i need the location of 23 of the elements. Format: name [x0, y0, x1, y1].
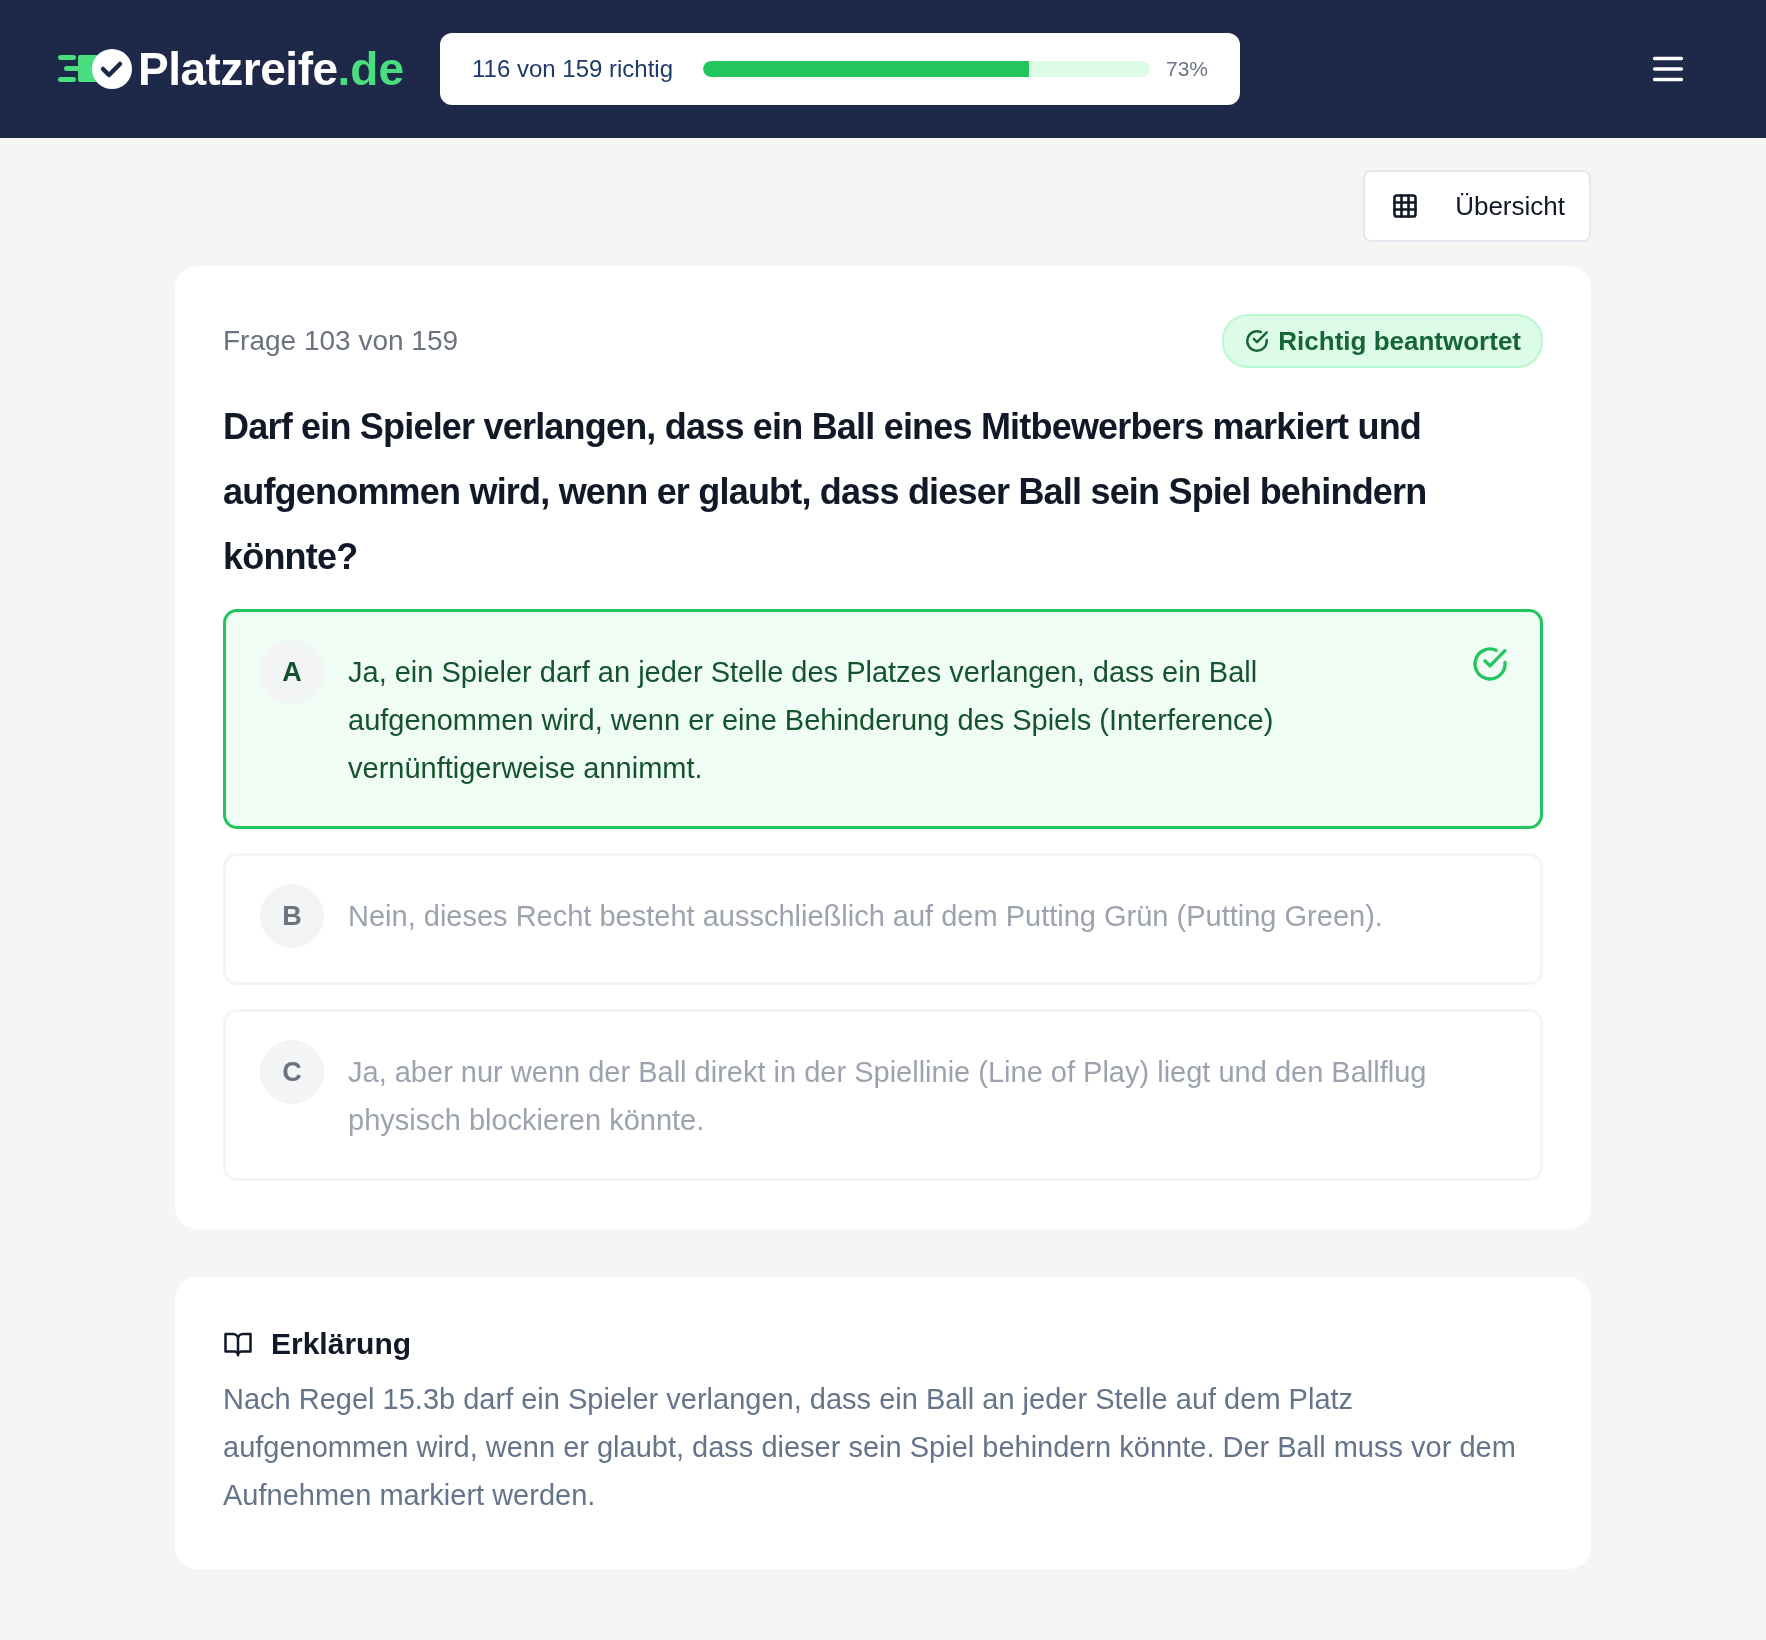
explanation-title: Erklärung — [271, 1327, 412, 1361]
option-letter: A — [260, 640, 324, 704]
option-text: Ja, ein Spieler darf an jeder Stelle des Platzes verlangen, dass ein Ball aufgenommen wird, wenn er eine Behinderung des Spiels (Interference) vernünftigerweise annimmt. — [348, 655, 1275, 786]
answer-option[interactable]: B Nein, dieses Recht besteht ausschließlich auf dem Putting Grün (Putting Green). — [223, 853, 1543, 985]
progress-label: 116 von 159 richtig — [472, 55, 674, 83]
overview-button[interactable]: Übersicht — [1363, 170, 1591, 242]
logo-icon — [56, 47, 134, 91]
logo-text: Platzreife — [138, 42, 338, 96]
option-letter: B — [260, 884, 324, 948]
option-letter: C — [260, 1040, 324, 1104]
option-text: Ja, aber nur wenn der Ball direkt in der Spiellinie (Line of Play) liegt und den Ballflug physisch blockieren könnte. — [348, 1055, 1428, 1138]
question-counter: Frage 103 von 159 — [223, 325, 459, 357]
grid-icon — [1391, 192, 1420, 220]
check-circle-icon — [1244, 328, 1271, 354]
question-text: Darf ein Spieler verlangen, dass ein Ball eines Mitbewerbers markiert und aufgenommen wird, wenn er glaubt, dass dieser Ball sein Spiel behindern könnte? — [223, 405, 1428, 579]
status-badge: Richtig beantwortet — [1222, 314, 1543, 368]
check-circle-icon — [1470, 644, 1510, 684]
explanation-text: Nach Regel 15.3b darf ein Spieler verlangen, dass ein Ball an jeder Stelle auf dem Platz aufgenommen wird, wenn er glaubt, dass dieser sein Spiel behindern könnte. Der Ball muss vor dem Aufnehmen markiert werden. — [223, 1382, 1517, 1513]
option-text: Nein, dieses Recht besteht ausschließlich auf dem Putting Grün (Putting Green). — [348, 899, 1384, 934]
answer-option[interactable]: C Ja, aber nur wenn der Ball direkt in der Spiellinie (Line of Play) liegt und den Ballflug physisch blockieren könnte. — [223, 1009, 1543, 1181]
answer-option[interactable]: A Ja, ein Spieler darf an jeder Stelle des Platzes verlangen, dass ein Ball aufgenommen wird, wenn er eine Behinderung des Spiels (Interference) vernünftigerweise annimmt. — [223, 609, 1543, 829]
progress-percent: 73% — [1165, 57, 1208, 81]
logo-text: .de — [337, 42, 404, 96]
